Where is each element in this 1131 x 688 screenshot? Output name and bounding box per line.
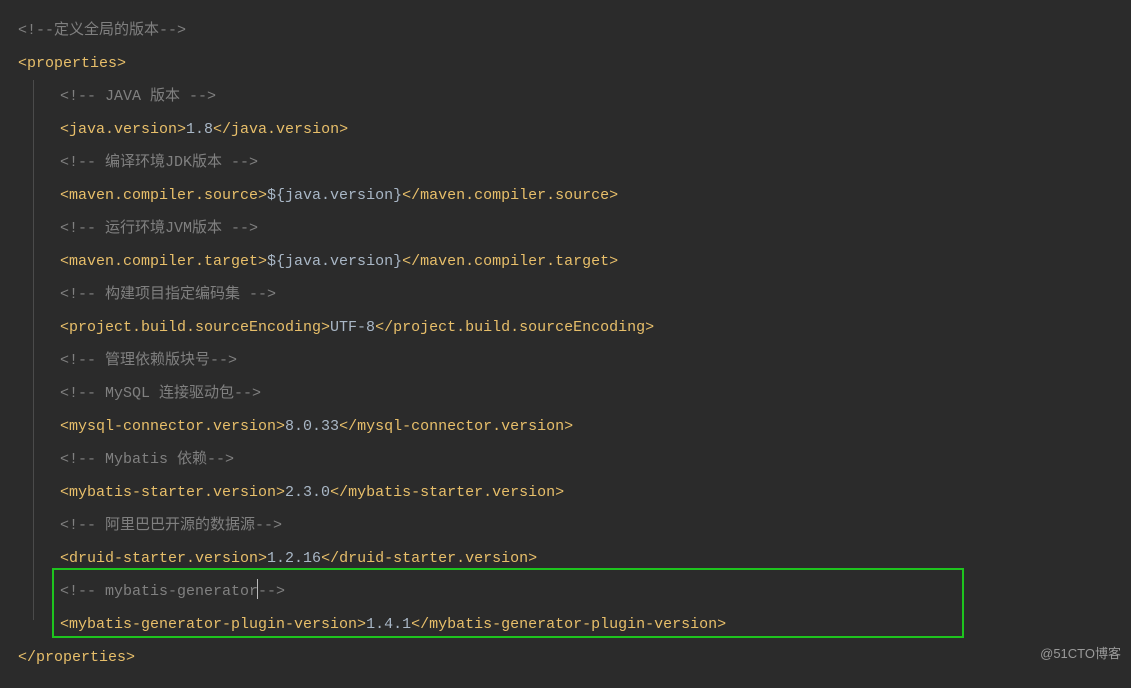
- xml-tag: <mysql-connector.version>: [60, 418, 285, 435]
- code-line: <mybatis-starter.version>2.3.0</mybatis-…: [18, 476, 1113, 509]
- xml-comment: <!-- mybatis-generator: [60, 583, 258, 600]
- xml-tag: <properties>: [18, 55, 126, 72]
- code-line: <mysql-connector.version>8.0.33</mysql-c…: [18, 410, 1113, 443]
- xml-text: ${java.version}: [267, 187, 402, 204]
- xml-tag: </maven.compiler.target>: [402, 253, 618, 270]
- text-cursor: [257, 579, 258, 599]
- xml-tag: <mybatis-starter.version>: [60, 484, 285, 501]
- code-line: <druid-starter.version>1.2.16</druid-sta…: [18, 542, 1113, 575]
- code-line: <!-- 运行环境JVM版本 -->: [18, 212, 1113, 245]
- xml-comment: <!-- MySQL 连接驱动包-->: [60, 385, 261, 402]
- code-line: <maven.compiler.source>${java.version}</…: [18, 179, 1113, 212]
- xml-tag: </mysql-connector.version>: [339, 418, 573, 435]
- code-line: <project.build.sourceEncoding>UTF-8</pro…: [18, 311, 1113, 344]
- xml-comment: <!-- Mybatis 依赖-->: [60, 451, 234, 468]
- xml-tag: <mybatis-generator-plugin-version>: [60, 616, 366, 633]
- xml-text: UTF-8: [330, 319, 375, 336]
- xml-tag: </maven.compiler.source>: [402, 187, 618, 204]
- xml-tag: </properties>: [18, 649, 135, 666]
- xml-comment: <!-- JAVA 版本 -->: [60, 88, 216, 105]
- xml-comment: <!-- 阿里巴巴开源的数据源-->: [60, 517, 282, 534]
- xml-tag: <druid-starter.version>: [60, 550, 267, 567]
- xml-tag: </mybatis-generator-plugin-version>: [411, 616, 726, 633]
- xml-tag: </mybatis-starter.version>: [330, 484, 564, 501]
- xml-comment: <!-- 编译环境JDK版本 -->: [60, 154, 258, 171]
- xml-comment: <!--定义全局的版本-->: [18, 22, 186, 39]
- code-line: <!-- Mybatis 依赖-->: [18, 443, 1113, 476]
- xml-text: 1.4.1: [366, 616, 411, 633]
- xml-tag: <maven.compiler.target>: [60, 253, 267, 270]
- watermark: @51CTO博客: [1040, 643, 1121, 662]
- code-line: <java.version>1.8</java.version>: [18, 113, 1113, 146]
- xml-text: 1.8: [186, 121, 213, 138]
- xml-tag: </java.version>: [213, 121, 348, 138]
- code-line: <!-- MySQL 连接驱动包-->: [18, 377, 1113, 410]
- code-line: <!-- 管理依赖版块号-->: [18, 344, 1113, 377]
- xml-comment: <!-- 构建项目指定编码集 -->: [60, 286, 276, 303]
- xml-comment: -->: [258, 583, 285, 600]
- code-editor[interactable]: <!--定义全局的版本--> <properties> <!-- JAVA 版本…: [0, 0, 1131, 688]
- xml-comment: <!-- 管理依赖版块号-->: [60, 352, 237, 369]
- code-line: <!-- JAVA 版本 -->: [18, 80, 1113, 113]
- xml-tag: </project.build.sourceEncoding>: [375, 319, 654, 336]
- xml-tag: </druid-starter.version>: [321, 550, 537, 567]
- code-line: <mybatis-generator-plugin-version>1.4.1<…: [18, 608, 1113, 641]
- xml-text: 2.3.0: [285, 484, 330, 501]
- code-line: <!--定义全局的版本-->: [18, 14, 1113, 47]
- code-line: <!-- 构建项目指定编码集 -->: [18, 278, 1113, 311]
- code-line: <properties>: [18, 47, 1113, 80]
- code-line: <!-- mybatis-generator-->: [18, 575, 1113, 608]
- xml-text: 1.2.16: [267, 550, 321, 567]
- xml-text: ${java.version}: [267, 253, 402, 270]
- code-line: <!-- 编译环境JDK版本 -->: [18, 146, 1113, 179]
- xml-tag: <project.build.sourceEncoding>: [60, 319, 330, 336]
- code-line: <!-- 阿里巴巴开源的数据源-->: [18, 509, 1113, 542]
- code-line: <maven.compiler.target>${java.version}</…: [18, 245, 1113, 278]
- xml-text: 8.0.33: [285, 418, 339, 435]
- code-line: </properties>: [18, 641, 1113, 674]
- xml-comment: <!-- 运行环境JVM版本 -->: [60, 220, 258, 237]
- xml-tag: <java.version>: [60, 121, 186, 138]
- xml-tag: <maven.compiler.source>: [60, 187, 267, 204]
